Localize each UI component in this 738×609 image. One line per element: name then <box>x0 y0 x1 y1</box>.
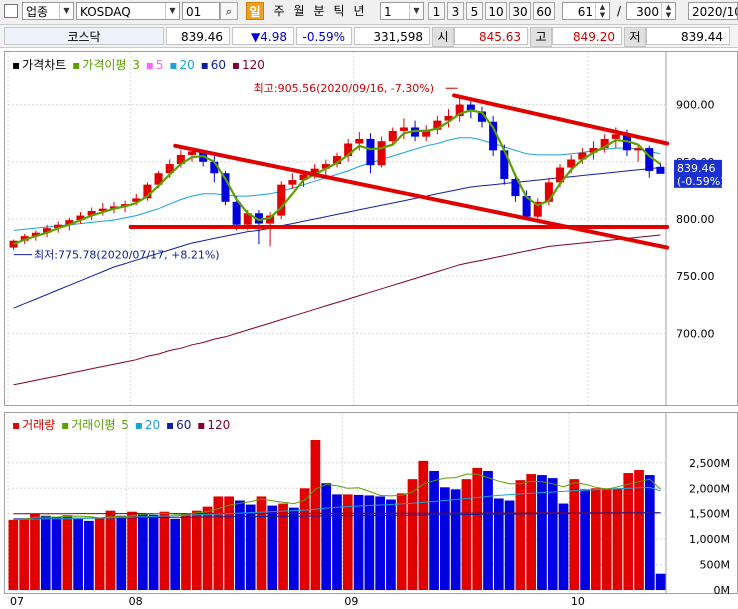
volume-bar <box>181 513 191 590</box>
volume-bar <box>526 474 537 590</box>
volume-bar <box>299 488 310 590</box>
volume-bar <box>332 494 342 590</box>
volume-tick-label: 1,500M <box>689 508 730 521</box>
volume-bar <box>364 495 375 590</box>
volume-bar <box>62 515 73 590</box>
volume-bar <box>137 513 148 590</box>
volume-bar <box>440 487 450 590</box>
volume-bar <box>515 480 526 590</box>
x-tick-label: 08 <box>129 595 143 608</box>
volume-tick-label: 1,000M <box>689 533 730 546</box>
volume-bar <box>73 518 83 590</box>
volume-chart[interactable]: 0M 500M 1,000M 1,500M 2,000M 2,500M 07 08 09 10 <box>0 0 738 609</box>
volume-bar <box>94 518 105 590</box>
volume-bar <box>30 513 40 590</box>
volume-bar <box>288 507 299 590</box>
volume-bar <box>429 471 439 590</box>
volume-bar <box>450 489 461 590</box>
x-tick-label: 10 <box>571 595 585 608</box>
volume-bar <box>396 493 407 590</box>
volume-bar <box>580 489 590 590</box>
volume-bar <box>202 506 213 590</box>
volume-bar <box>235 500 245 590</box>
volume-bar <box>461 479 472 590</box>
volume-bar <box>170 518 181 590</box>
volume-bar <box>418 460 429 590</box>
volume-bar <box>472 467 483 590</box>
volume-tick-label: 2,500M <box>689 457 730 470</box>
volume-bar <box>655 573 666 590</box>
volume-bar <box>148 514 159 590</box>
volume-bar <box>213 496 224 590</box>
volume-bar <box>558 503 569 590</box>
volume-bar <box>267 505 278 590</box>
volume-bar <box>644 475 655 590</box>
volume-bar <box>612 488 623 590</box>
volume-tick-label: 2,000M <box>689 482 730 495</box>
volume-bar <box>105 510 116 590</box>
volume-bar <box>127 511 137 590</box>
volume-bar <box>116 515 127 590</box>
volume-tick-label: 0M <box>714 584 731 597</box>
volume-bar <box>547 478 558 590</box>
x-tick-label: 09 <box>344 595 358 608</box>
volume-bar <box>407 479 418 590</box>
volume-bar <box>51 517 62 590</box>
volume-bar <box>493 498 504 590</box>
volume-bar <box>623 473 634 590</box>
volume-bar <box>353 494 364 590</box>
volume-bar <box>224 496 234 590</box>
volume-bar <box>191 510 202 590</box>
volume-tick-label: 500M <box>700 559 731 572</box>
volume-bar <box>342 494 353 590</box>
volume-bar <box>601 488 612 590</box>
volume-bar <box>483 471 493 590</box>
volume-bar <box>321 483 332 590</box>
volume-bar <box>19 518 30 590</box>
volume-bar <box>591 488 601 590</box>
volume-bar <box>159 511 170 590</box>
volume-bar <box>245 504 256 590</box>
volume-bar <box>256 496 267 590</box>
volume-bar <box>40 515 51 590</box>
volume-bar <box>310 440 321 590</box>
volume-bar <box>8 519 19 590</box>
volume-bar <box>375 496 386 590</box>
volume-bar <box>569 479 580 590</box>
x-tick-label: 07 <box>10 595 24 608</box>
volume-bar <box>84 520 94 590</box>
